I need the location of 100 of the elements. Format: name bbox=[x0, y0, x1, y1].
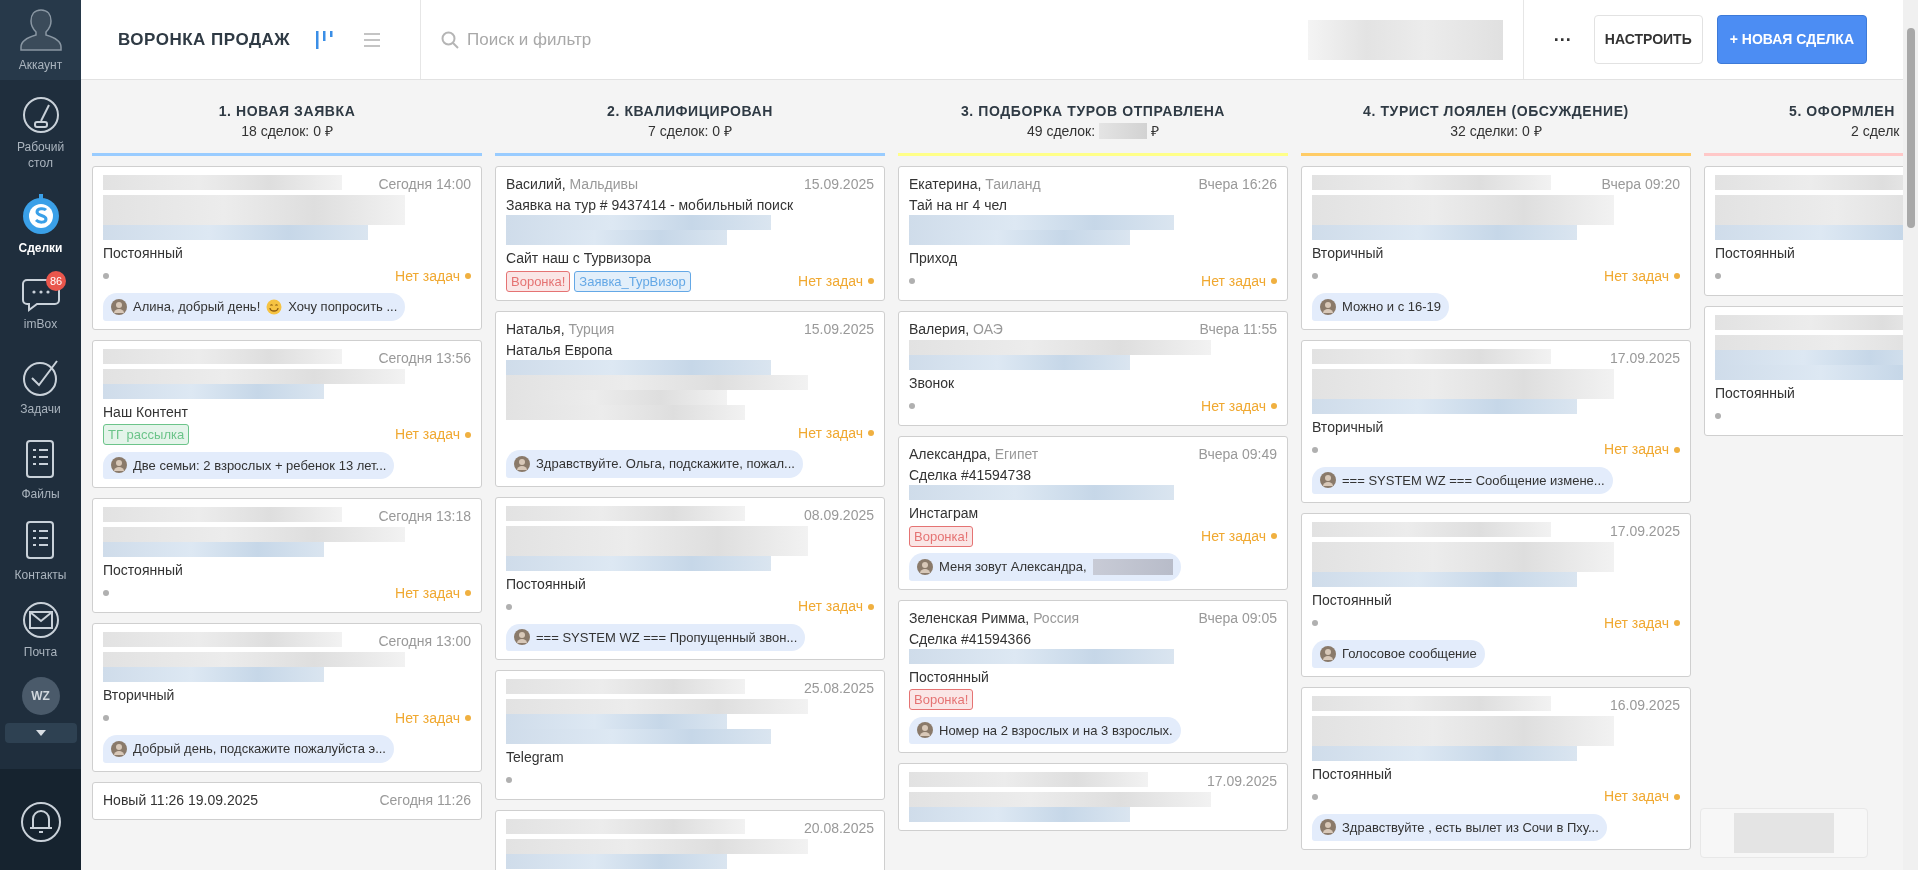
deal-card[interactable]: Сегодня 14:00 Постоянный Нет задач Алина, добрый день! Хочу попросить ... bbox=[92, 166, 482, 330]
deal-card[interactable]: Сегодня 13:00 Вторичный Нет задач Добрый день, подскажите пожалуйста э... bbox=[92, 623, 482, 772]
deal-card[interactable]: Новый 11:26 19.09.2025 Сегодня 11:26 bbox=[92, 781, 482, 820]
deal-card[interactable]: 16.09.2025 Постоянный Нет задач Здравствуйте , есть вылет из Сочи в Пху... bbox=[1301, 686, 1691, 850]
dollar-icon bbox=[20, 192, 61, 236]
tag: Воронка! bbox=[506, 270, 571, 292]
no-tasks-label: Нет задач bbox=[798, 270, 874, 292]
message-bubble[interactable]: Алина, добрый день! Хочу попросить ... bbox=[103, 293, 406, 321]
columns-icon bbox=[314, 28, 335, 51]
sidebar-item[interactable]: Рабочий стол bbox=[0, 80, 81, 185]
deal-date: 08.09.2025 bbox=[803, 505, 874, 525]
no-tasks-label: Нет задач bbox=[798, 422, 874, 444]
envelope-icon bbox=[20, 600, 61, 640]
scrollbar[interactable] bbox=[1903, 0, 1918, 870]
region-label: Египет bbox=[994, 446, 1039, 462]
message-bubble[interactable]: Здравствуйте. Ольга, подскажите, пожал... bbox=[506, 450, 803, 478]
sidebar-item[interactable]: Сделки bbox=[0, 185, 81, 263]
sidebar-label: Задачи bbox=[19, 401, 62, 417]
deal-card[interactable]: Василий, Мальдивы 15.09.2025 Заявка на тур # 9437414 - мобильный поиск Сайт наш с Турвизора Воронка! Заявка_ТурВизор Нет задач bbox=[495, 166, 885, 301]
message-text: Номер на 2 взрослых и на 3 взрослых. bbox=[939, 721, 1173, 740]
sidebar-item[interactable]: Файлы bbox=[0, 429, 81, 511]
deal-card[interactable]: Сегодня 13:56 Наш Контент ТГ рассылка Нет задач Две семьи: 2 взрослых + ребенок 13 лет... bbox=[92, 339, 482, 488]
account-button[interactable]: Аккаунт bbox=[0, 0, 81, 80]
column-title: 1. НОВАЯ ЗАЯВКА bbox=[218, 102, 356, 121]
no-tasks-label: Нет задач bbox=[1201, 395, 1277, 417]
deal-date: Вчера 11:55 bbox=[1199, 320, 1277, 339]
avatar-icon bbox=[111, 457, 127, 474]
message-bubble[interactable]: Здравствуйте , есть вылет из Сочи в Пху... bbox=[1312, 813, 1607, 841]
deal-card[interactable]: 17.09.2025 Вторичный Нет задач === SYSTEM WZ === Сообщение измене... bbox=[1301, 339, 1691, 503]
deal-card[interactable]: Постоянный bbox=[1704, 306, 1903, 436]
no-tasks-label: Нет задач bbox=[395, 265, 471, 287]
message-text: Добрый день, подскажите пожалуйста э... bbox=[133, 740, 386, 758]
source-label: Постоянный bbox=[1715, 384, 1796, 403]
source-label: Вторичный bbox=[103, 686, 176, 705]
contact-name: Зеленская Римма, bbox=[909, 609, 1030, 626]
configure-button[interactable]: НАСТРОИТЬ bbox=[1593, 15, 1703, 64]
deal-card[interactable]: Зеленская Римма, Россия Вчера 09:05 Сделка #41594366 Постоянный Воронка! Номер на 2 взрослых и на 3 взрослых. bbox=[898, 599, 1288, 753]
message-bubble[interactable]: Голосовое сообщение bbox=[1312, 640, 1485, 668]
app-avatar[interactable]: WZ bbox=[21, 677, 60, 715]
deal-card[interactable]: Александра, Египет Вчера 09:49 Сделка #41594738 Инстаграм Воронка! Нет задач Меня зовут Александра, bbox=[898, 436, 1288, 590]
region-label: Россия bbox=[1033, 609, 1080, 626]
message-bubble[interactable]: Две семьи: 2 взрослых + ребенок 13 лет... bbox=[103, 451, 395, 479]
source-label: Приход bbox=[909, 249, 959, 268]
column-title: 4. ТУРИСТ ЛОЯЛЕН (ОБСУЖДЕНИЕ) bbox=[1363, 102, 1629, 121]
message-bubble[interactable]: Меня зовут Александра, bbox=[909, 553, 1181, 581]
contact-name: Наталья, bbox=[506, 321, 565, 337]
notifications-button[interactable] bbox=[0, 769, 81, 870]
source-label: Наш Контент bbox=[103, 402, 189, 422]
source-label: Постоянный bbox=[1312, 764, 1393, 784]
source-label: Вторичный bbox=[1312, 417, 1385, 437]
sidebar-item[interactable]: Почта bbox=[0, 591, 81, 669]
sidebar-label: Сделки bbox=[17, 240, 64, 256]
column-title: 5. ОФОРМЛЕН bbox=[1788, 102, 1895, 121]
message-bubble[interactable]: Можно и с 16-19 bbox=[1312, 293, 1449, 321]
more-button[interactable]: ··· bbox=[1545, 30, 1580, 49]
source-label: Постоянный bbox=[506, 574, 587, 594]
deal-card[interactable]: 08.09.2025 Постоянный Нет задач === SYSTEM WZ === Пропущенный звон... bbox=[495, 496, 885, 660]
deal-title: Заявка на тур # 9437414 - мобильный поиск bbox=[506, 196, 794, 215]
message-bubble[interactable]: Добрый день, подскажите пожалуйста э... bbox=[103, 735, 394, 763]
deal-count: 7 сделок: 0 ₽ bbox=[648, 122, 732, 141]
deal-card[interactable]: Постоянный bbox=[1704, 166, 1903, 296]
deal-card[interactable]: Наталья, Турция 15.09.2025 Наталья Европа Нет задач Здравствуйте. Ольга, подскажите, пожал... bbox=[495, 311, 885, 487]
deal-card[interactable]: 25.08.2025 Telegram bbox=[495, 670, 885, 800]
person-silhouette-icon bbox=[18, 7, 63, 53]
deal-card[interactable]: 17.09.2025 Постоянный Нет задач Голосовое сообщение bbox=[1301, 513, 1691, 677]
sidebar-item[interactable]: Задачи bbox=[0, 345, 81, 429]
message-bubble[interactable]: Номер на 2 взрослых и на 3 взрослых. bbox=[909, 716, 1181, 744]
no-tasks-label: Нет задач bbox=[1201, 525, 1277, 547]
deal-card[interactable]: Екатерина, Таиланд Вчера 16:26 Тай на нг 4 чел Приход Нет задач bbox=[898, 166, 1288, 301]
deal-count: 2 сделк bbox=[1851, 122, 1900, 141]
tag: Воронка! bbox=[909, 525, 974, 547]
source-label: Постоянный bbox=[1312, 591, 1393, 610]
deal-count: 32 сделки: 0 ₽ bbox=[1450, 122, 1542, 141]
dropdown-button[interactable] bbox=[4, 723, 77, 743]
sidebar-item[interactable]: 86 imBox bbox=[0, 263, 81, 345]
message-bubble[interactable]: === SYSTEM WZ === Пропущенный звон... bbox=[506, 623, 806, 651]
search-field[interactable]: Поиск и фильтр bbox=[467, 26, 767, 53]
deal-date: 15.09.2025 bbox=[803, 320, 874, 339]
contact-name: Александра, bbox=[909, 446, 991, 462]
deal-card[interactable]: Валерия, ОАЭ Вчера 11:55 Звонок Нет задач bbox=[898, 311, 1288, 426]
message-bubble[interactable]: === SYSTEM WZ === Сообщение измене... bbox=[1312, 466, 1613, 494]
chat-bubble-icon bbox=[20, 276, 61, 312]
tag: Воронка! bbox=[909, 689, 974, 710]
deal-card[interactable]: Вчера 09:20 Вторичный Нет задач Можно и с 16-19 bbox=[1301, 166, 1691, 330]
no-tasks-label: Нет задач bbox=[1604, 439, 1680, 460]
avatar-icon bbox=[1320, 819, 1336, 836]
column-title: 3. ПОДБОРКА ТУРОВ ОТПРАВЛЕНА bbox=[960, 101, 1226, 121]
page-title: ВОРОНКА ПРОДАЖ bbox=[118, 28, 291, 51]
deal-card[interactable]: Сегодня 13:18 Постоянный Нет задач bbox=[92, 498, 482, 613]
deal-title: Тай на нг 4 чел bbox=[909, 196, 1008, 215]
sidebar-label: imBox bbox=[22, 316, 59, 332]
tag: Заявка_ТурВизор bbox=[574, 270, 691, 292]
source-label: Сайт наш с Турвизора bbox=[506, 249, 652, 268]
sidebar-item[interactable]: Контакты bbox=[0, 511, 81, 591]
deal-title: Наталья Европа bbox=[506, 341, 614, 360]
avatar-icon bbox=[1320, 472, 1336, 489]
deal-date: Вчера 09:20 bbox=[1601, 175, 1680, 194]
message-text: Здравствуйте , есть вылет из Сочи в Пху... bbox=[1342, 818, 1599, 837]
sidebar-label: Контакты bbox=[13, 567, 68, 583]
no-tasks-label: Нет задач bbox=[1201, 270, 1277, 292]
